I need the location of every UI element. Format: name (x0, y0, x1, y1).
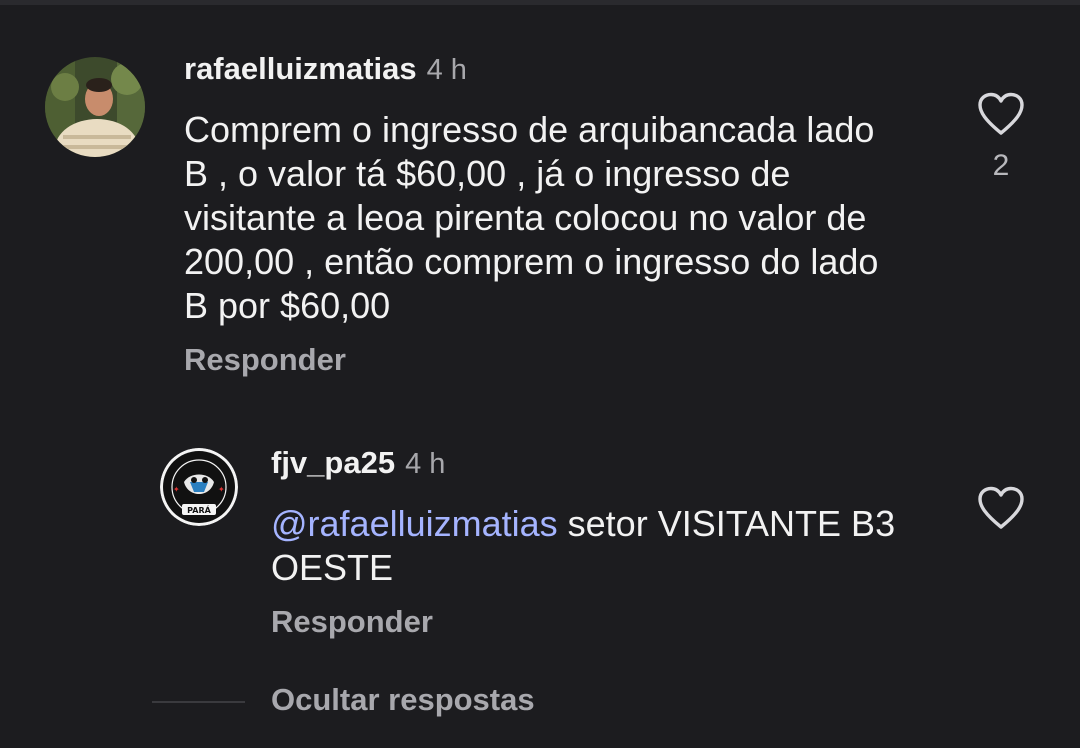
reply-button[interactable]: Responder (184, 342, 346, 378)
user-avatar[interactable] (45, 57, 145, 157)
replies-divider (152, 701, 245, 703)
heart-outline-icon[interactable] (977, 92, 1025, 141)
comment-text: @rafaelluizmatias setor VISITANTE B3 OES… (271, 502, 911, 590)
timestamp: 4 h (426, 54, 467, 86)
svg-text:✦: ✦ (173, 485, 180, 494)
hide-replies-button[interactable]: Ocultar respostas (271, 682, 535, 718)
svg-text:✦: ✦ (218, 485, 225, 494)
top-divider (0, 0, 1080, 5)
club-logo-avatar[interactable]: ✦ ✦ PARÁ (160, 448, 238, 526)
like-count: 2 (992, 149, 1010, 182)
like-control (972, 486, 1030, 535)
username[interactable]: rafaelluizmatias (184, 51, 417, 86)
heart-outline-icon[interactable] (977, 486, 1025, 535)
username[interactable]: fjv_pa25 (271, 445, 395, 480)
like-control: 2 (972, 92, 1030, 183)
comment-text: Comprem o ingresso de arquibancada lado … (184, 109, 879, 326)
comment-header: fjv_pa25 4 h (271, 445, 445, 481)
avatar-logo-text: PARÁ (187, 504, 211, 515)
timestamp: 4 h (405, 448, 446, 480)
mention-link[interactable]: @rafaelluizmatias (271, 503, 558, 544)
comment-header: rafaelluizmatias 4 h (184, 51, 467, 87)
reply-button[interactable]: Responder (271, 604, 433, 640)
